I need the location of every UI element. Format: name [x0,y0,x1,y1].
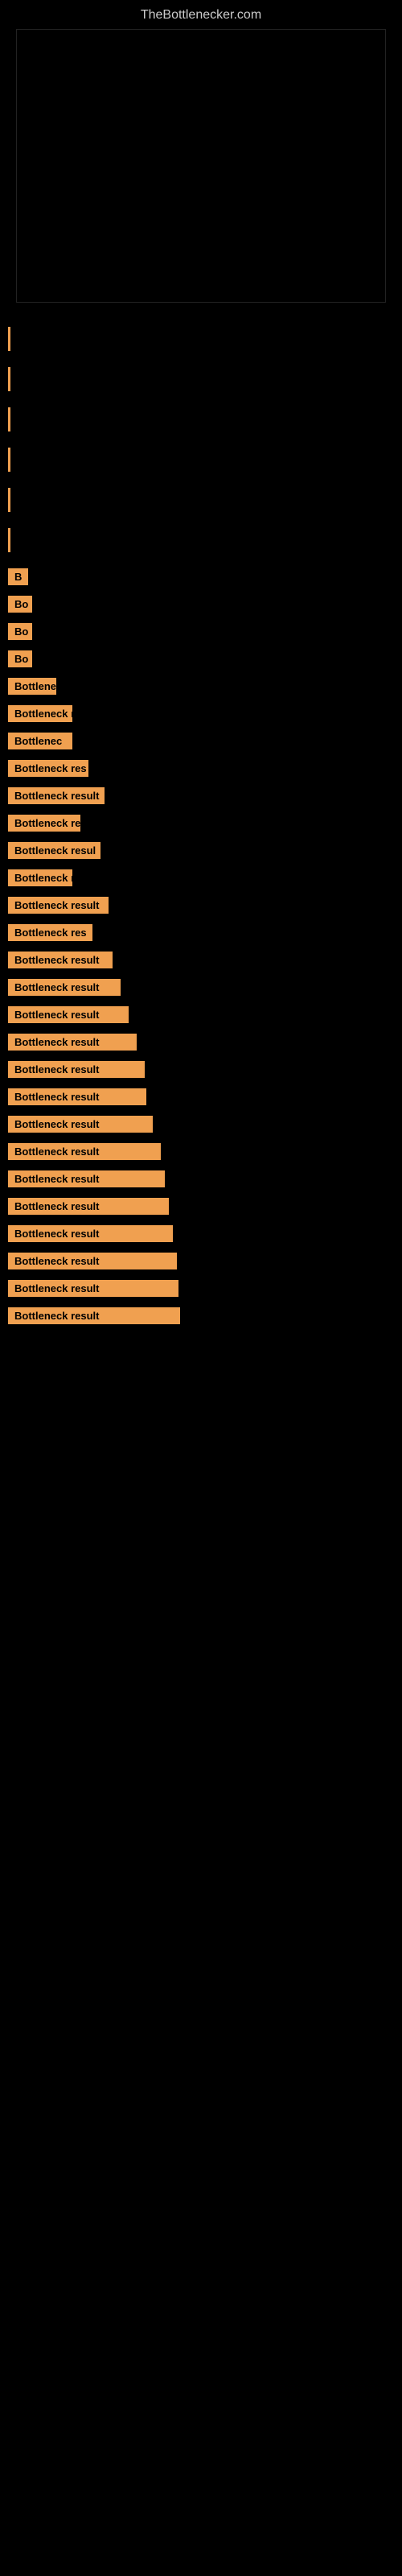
bottleneck-label: Bottleneck result [8,897,109,914]
list-item: Bottleneck result [0,952,402,972]
list-item [0,488,402,512]
vertical-line [8,407,10,431]
list-item [0,528,402,552]
bottleneck-label: Bottleneck result [8,1198,169,1215]
list-item: Bottlenec [0,733,402,753]
bottleneck-label: Bottleneck result [8,1225,173,1242]
bottleneck-label: Bottleneck r [8,705,72,722]
list-item [0,448,402,472]
list-item [0,407,402,431]
list-item: Bottleneck resul [0,842,402,863]
bottleneck-label: Bottleneck result [8,1170,165,1187]
list-item [0,367,402,391]
list-item: Bottleneck result [0,1198,402,1219]
bottleneck-label: Bottleneck result [8,1006,129,1023]
list-item: Bo [0,650,402,671]
list-item: Bottleneck result [0,979,402,1000]
bottleneck-label: Bottleneck result [8,1143,161,1160]
bottleneck-label: Bottleneck result [8,952,113,968]
bottleneck-label: Bottleneck result [8,979,121,996]
list-item: Bo [0,623,402,644]
bottleneck-label: Bottleneck res [8,924,92,941]
list-item: Bottleneck result [0,1034,402,1055]
list-item: Bottleneck res [0,760,402,781]
list-item: Bottleneck res [0,924,402,945]
vertical-line [8,367,10,391]
bottleneck-label: Bottleneck resul [8,842,100,859]
bottleneck-label: Bottleneck result [8,1116,153,1133]
bottleneck-label: Bo [8,650,32,667]
bottleneck-label: Bottleneck result [8,1280,178,1297]
bottleneck-label: Bottlene [8,678,56,695]
bottleneck-label: Bottlenec [8,733,72,749]
list-item: Bottleneck result [0,1088,402,1109]
list-item: Bo [0,596,402,617]
bottleneck-label: Bottleneck res [8,760,88,777]
list-item [0,327,402,351]
list-item: Bottleneck r [0,869,402,890]
list-item: Bottleneck result [0,1307,402,1328]
list-item: Bottleneck result [0,1170,402,1191]
vertical-line [8,448,10,472]
list-item: B [0,568,402,589]
bottleneck-label: Bottleneck r [8,869,72,886]
list-item: Bottleneck result [0,1116,402,1137]
list-item: Bottleneck result [0,1225,402,1246]
bottleneck-label: Bottleneck result [8,1034,137,1051]
list-item: Bottleneck re [0,815,402,836]
list-item: Bottlene [0,678,402,699]
bottleneck-label: Bottleneck re [8,815,80,832]
list-item: Bottleneck result [0,1143,402,1164]
list-item: Bottleneck result [0,1061,402,1082]
site-title: TheBottlenecker.com [0,0,402,29]
list-item: Bottleneck result [0,1006,402,1027]
list-item: Bottleneck result [0,1253,402,1274]
list-item: Bottleneck result [0,1280,402,1301]
list-item: Bottleneck result [0,897,402,918]
vertical-line [8,528,10,552]
bottleneck-label: Bottleneck result [8,1253,177,1269]
bottleneck-label: B [8,568,28,585]
bottleneck-label: Bottleneck result [8,1088,146,1105]
vertical-line [8,488,10,512]
chart-area [16,29,386,303]
list-item: Bottleneck result [0,787,402,808]
bottleneck-label: Bo [8,623,32,640]
vertical-line [8,327,10,351]
bottleneck-label: Bottleneck result [8,1307,180,1324]
bottleneck-label: Bottleneck result [8,787,105,804]
list-item: Bottleneck r [0,705,402,726]
bottleneck-label: Bottleneck result [8,1061,145,1078]
bottleneck-label: Bo [8,596,32,613]
